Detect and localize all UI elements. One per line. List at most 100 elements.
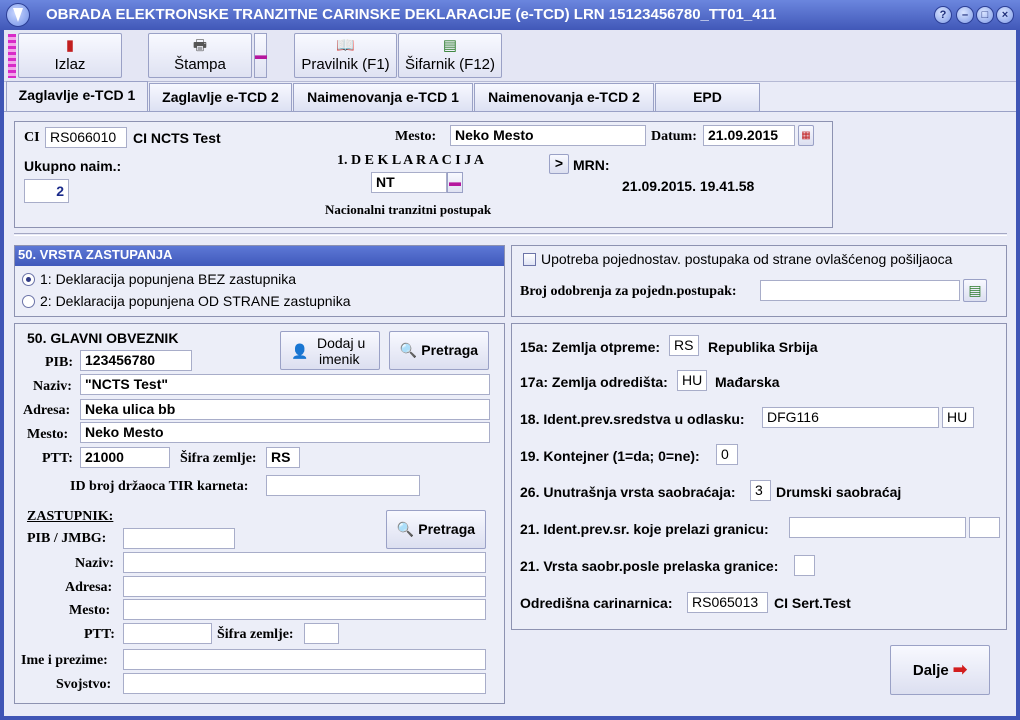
ident-odlazak-country-field[interactable]: HU: [942, 407, 974, 428]
stampa-dropdown[interactable]: ▬: [254, 33, 267, 78]
unutrasnja-field[interactable]: 3: [750, 480, 771, 501]
zastupnik-ptt-label: PTT:: [84, 627, 115, 642]
zastupanje-option-1: 1: Deklaracija popunjena BEZ zastupnika: [40, 271, 297, 287]
add-person-icon: 👤: [291, 343, 309, 359]
tir-label: ID broj držaoca TIR karneta:: [70, 479, 249, 494]
odobrenje-label: Broj odobrenja za pojedn.postupak:: [520, 284, 737, 299]
izlaz-button[interactable]: ▮ Izlaz: [18, 33, 122, 78]
zastupnik-pib-field[interactable]: [123, 528, 235, 549]
pojednostav-label: Upotreba pojednostav. postupaka od stran…: [541, 251, 953, 267]
zastupnik-sifra-label: Šifra zemlje:: [217, 627, 294, 642]
dodaj-u-imenik-button[interactable]: 👤 Dodaj u imenik: [280, 331, 380, 370]
magnifier-icon: 🔍: [396, 521, 415, 537]
unutrasnja-name: Drumski saobraćaj: [776, 484, 902, 500]
tab-zaglavlje-1[interactable]: Zaglavlje e-TCD 1: [6, 81, 148, 111]
deklaracija-dropdown[interactable]: ▬: [447, 172, 463, 193]
zastupnik-mesto-field[interactable]: [123, 599, 486, 620]
printer-icon: 🖶: [192, 37, 208, 54]
zastupnik-pretraga-button[interactable]: 🔍 Pretraga: [386, 510, 486, 549]
mesto-label: Mesto:: [395, 129, 437, 144]
toolbar-grip[interactable]: [8, 34, 16, 78]
zastupanje-option-2: 2: Deklaracija popunjena OD STRANE zastu…: [40, 293, 351, 309]
minimize-icon[interactable]: –: [956, 6, 974, 24]
title-bar: OBRADA ELEKTRONSKE TRANZITNE CARINSKE DE…: [0, 0, 1020, 30]
pravilnik-button[interactable]: 📖 Pravilnik (F1): [294, 33, 397, 78]
sifarnik-button[interactable]: ▤ Šifarnik (F12): [398, 33, 502, 78]
zastupnik-title: ZASTUPNIK:: [27, 509, 114, 524]
zemlja-odredista-label: 17a: Zemlja odredišta:: [520, 374, 668, 390]
zastupnik-adresa-label: Adresa:: [65, 580, 113, 595]
ident-odlazak-field[interactable]: DFG116: [762, 407, 939, 428]
zastupnik-mesto-label: Mesto:: [69, 603, 111, 618]
granica-label: 21. Ident.prev.sr. koje prelazi granicu:: [520, 521, 769, 537]
mrn-button[interactable]: >: [549, 154, 569, 174]
kontejner-label: 19. Kontejner (1=da; 0=ne):: [520, 448, 700, 464]
zastupnik-naziv-label: Naziv:: [75, 556, 114, 571]
zastupnik-adresa-field[interactable]: [123, 576, 486, 597]
zastupnik-ptt-field[interactable]: [123, 623, 212, 644]
zemlja-otpreme-field[interactable]: RS: [669, 335, 699, 356]
window-title: OBRADA ELEKTRONSKE TRANZITNE CARINSKE DE…: [46, 6, 777, 23]
zemlja-otpreme-name: Republika Srbija: [708, 339, 818, 355]
zastupnik-naziv-field[interactable]: [123, 552, 486, 573]
arrow-right-icon: ➡: [952, 660, 968, 679]
obveznik-title: 50. GLAVNI OBVEZNIK: [27, 330, 179, 346]
tab-epd[interactable]: EPD: [655, 83, 760, 111]
sifra-zemlje-label: Šifra zemlje:: [180, 451, 257, 466]
vrsta-posle-field[interactable]: [794, 555, 815, 576]
odredisna-field[interactable]: RS065013: [687, 592, 768, 613]
obveznik-pretraga-button[interactable]: 🔍 Pretraga: [389, 331, 489, 370]
granica-country-field[interactable]: [969, 517, 1000, 538]
granica-field[interactable]: [789, 517, 966, 538]
tir-field[interactable]: [266, 475, 420, 496]
zastupanje-radio-2[interactable]: [22, 295, 35, 308]
ukupno-field[interactable]: 2: [24, 179, 69, 203]
odobrenje-field[interactable]: [760, 280, 960, 301]
mrn-label: MRN:: [573, 157, 610, 173]
sifra-zemlje-field[interactable]: RS: [266, 447, 300, 468]
tab-naimenovanja-2[interactable]: Naimenovanja e-TCD 2: [474, 83, 654, 111]
app-icon: [6, 3, 30, 27]
svojstvo-label: Svojstvo:: [56, 677, 112, 692]
ci-code-field[interactable]: RS066010: [45, 127, 127, 148]
exit-door-icon: ▮: [65, 37, 75, 54]
tab-zaglavlje-2[interactable]: Zaglavlje e-TCD 2: [149, 83, 292, 111]
datum-field[interactable]: 21.09.2015: [703, 125, 795, 146]
transport-panel: [511, 323, 1007, 630]
pib-field[interactable]: 123456780: [80, 350, 192, 371]
stampa-button[interactable]: 🖶 Štampa: [148, 33, 252, 78]
magnifier-icon: 🔍: [399, 342, 418, 358]
pojednostav-checkbox[interactable]: [523, 253, 536, 266]
vrsta-posle-label: 21. Vrsta saobr.posle prelaska granice:: [520, 558, 779, 574]
tab-naimenovanja-1[interactable]: Naimenovanja e-TCD 1: [293, 83, 473, 111]
ptt-label: PTT:: [42, 451, 73, 466]
help-icon[interactable]: ?: [934, 6, 952, 24]
maximize-icon[interactable]: □: [976, 6, 994, 24]
mrn-datetime: 21.09.2015. 19.41.58: [622, 178, 755, 194]
ci-label: CI: [24, 130, 40, 145]
odobrenje-list-icon[interactable]: ▤: [963, 279, 987, 302]
kontejner-field[interactable]: 0: [716, 444, 738, 465]
zemlja-otpreme-label: 15a: Zemlja otpreme:: [520, 339, 661, 355]
adresa-field[interactable]: Neka ulica bb: [80, 399, 490, 420]
ci-name: CI NCTS Test: [133, 130, 221, 146]
mesto-obveznik-field[interactable]: Neko Mesto: [80, 422, 490, 443]
ptt-field[interactable]: 21000: [80, 447, 170, 468]
close-icon[interactable]: ×: [996, 6, 1014, 24]
zastupnik-sifra-field[interactable]: [304, 623, 339, 644]
ime-prezime-field[interactable]: [123, 649, 486, 670]
zastupnik-pib-label: PIB / JMBG:: [27, 531, 107, 546]
zemlja-odredista-field[interactable]: HU: [677, 370, 707, 391]
naziv-field[interactable]: "NCTS Test": [80, 374, 490, 395]
svojstvo-field[interactable]: [123, 673, 486, 694]
postupak-label: Nacionalni tranzitni postupak: [325, 202, 492, 217]
calendar-icon[interactable]: ▦: [798, 125, 814, 146]
odredisna-label: Odredišna carinarnica:: [520, 595, 673, 611]
dalje-button[interactable]: Dalje ➡: [890, 645, 990, 695]
mesto-field[interactable]: Neko Mesto: [450, 125, 646, 146]
mesto-obveznik-label: Mesto:: [27, 427, 69, 442]
deklaracija-field[interactable]: NT: [371, 172, 447, 193]
list-document-icon: ▤: [442, 37, 458, 54]
zastupanje-radio-1[interactable]: [22, 273, 35, 286]
zastupanje-title: 50. VRSTA ZASTUPANJA: [15, 246, 504, 266]
